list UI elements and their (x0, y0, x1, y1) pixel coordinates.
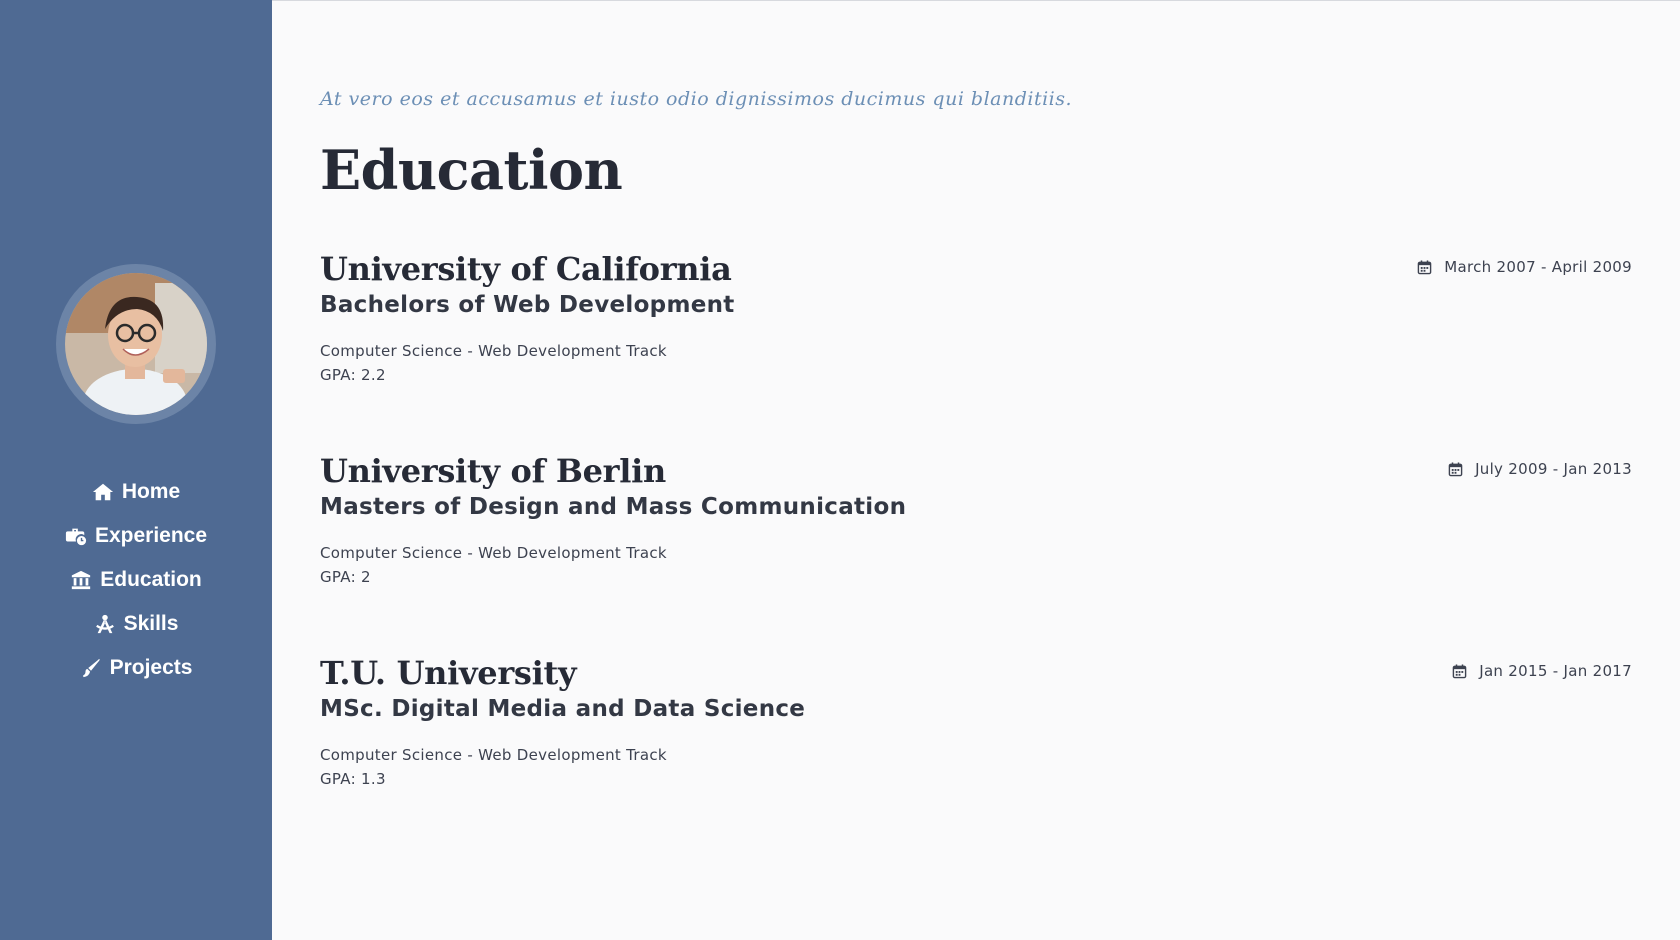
nav-item-projects[interactable]: Projects (0, 646, 272, 690)
avatar-ring (56, 264, 216, 424)
date-range: Jan 2015 - Jan 2017 (1452, 662, 1632, 680)
drafting-compass-icon (95, 614, 114, 634)
date-range: July 2009 - Jan 2013 (1448, 460, 1632, 478)
page-tagline: At vero eos et accusamus et iusto odio d… (320, 88, 1073, 110)
university-icon (72, 570, 91, 590)
nav-label-home: Home (121, 480, 181, 503)
degree-title: Masters of Design and Mass Communication (320, 494, 907, 520)
school-name: University of California (320, 250, 732, 288)
sidebar: Home Experience Education Skills Project… (0, 0, 272, 940)
sidebar-nav: Home Experience Education Skills Project… (0, 470, 272, 690)
study-track: Computer Science - Web Development Track (320, 544, 667, 562)
study-track: Computer Science - Web Development Track (320, 746, 667, 764)
study-track: Computer Science - Web Development Track (320, 342, 667, 360)
calendar-icon (1448, 461, 1463, 476)
calendar-icon (1452, 663, 1467, 678)
nav-label-education: Education (100, 568, 202, 591)
date-text: Jan 2015 - Jan 2017 (1479, 662, 1632, 680)
nav-item-skills[interactable]: Skills (0, 602, 272, 646)
date-text: July 2009 - Jan 2013 (1475, 460, 1632, 478)
briefcase-clock-icon (65, 528, 87, 546)
nav-item-home[interactable]: Home (0, 470, 272, 514)
date-text: March 2007 - April 2009 (1444, 258, 1632, 276)
nav-label-skills: Skills (123, 612, 179, 635)
gpa-value: GPA: 1.3 (320, 770, 386, 788)
date-range: March 2007 - April 2009 (1417, 258, 1632, 276)
nav-label-projects: Projects (109, 656, 193, 679)
page-title: Education (320, 138, 623, 202)
home-icon (92, 483, 113, 501)
degree-title: Bachelors of Web Development (320, 292, 735, 318)
education-entry: University of Berlin Masters of Design a… (320, 452, 1632, 602)
education-entry: T.U. University MSc. Digital Media and D… (320, 654, 1632, 804)
avatar (65, 273, 207, 415)
gpa-value: GPA: 2 (320, 568, 371, 586)
school-name: T.U. University (320, 654, 577, 692)
nav-item-experience[interactable]: Experience (0, 514, 272, 558)
paint-brush-icon (82, 658, 100, 678)
nav-label-experience: Experience (94, 524, 208, 547)
degree-title: MSc. Digital Media and Data Science (320, 696, 806, 722)
gpa-value: GPA: 2.2 (320, 366, 386, 384)
education-entry: University of California Bachelors of We… (320, 250, 1632, 400)
calendar-icon (1417, 259, 1432, 274)
school-name: University of Berlin (320, 452, 666, 490)
top-divider (272, 0, 1680, 1)
nav-item-education[interactable]: Education (0, 558, 272, 602)
